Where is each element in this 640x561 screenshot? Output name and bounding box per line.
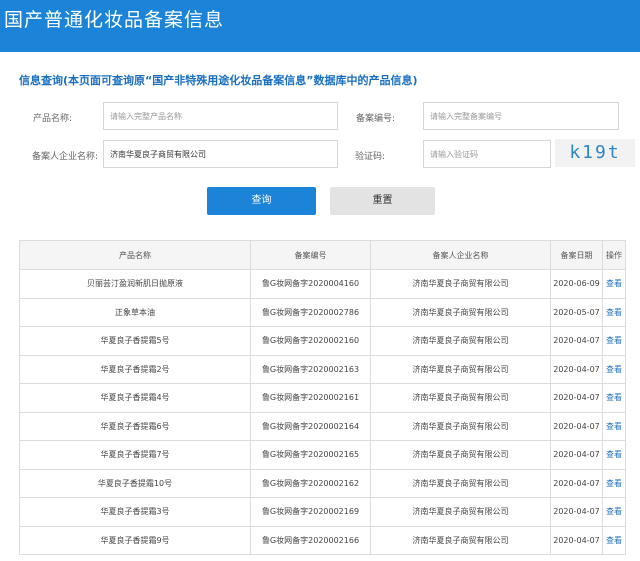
cell-product-name: 华夏良子香提霜7号 — [19, 440, 251, 470]
view-link[interactable]: 查看 — [602, 383, 626, 413]
cell-record-no: 鲁G妆网备字2020002160 — [250, 326, 371, 356]
column-header-record-no: 备案编号 — [250, 240, 371, 270]
view-link[interactable]: 查看 — [602, 525, 626, 555]
view-link[interactable]: 查看 — [602, 468, 626, 498]
cell-company: 济南华夏良子商贸有限公司 — [370, 326, 551, 356]
cell-company: 济南华夏良子商贸有限公司 — [370, 383, 551, 413]
reset-button[interactable]: 重置 — [330, 187, 435, 215]
cell-product-name: 华夏良子香提霜10号 — [19, 468, 251, 498]
cell-date: 2020-04-07 — [550, 525, 603, 555]
column-header-product-name: 产品名称 — [19, 240, 251, 270]
record-no-input[interactable] — [423, 102, 619, 130]
product-name-input[interactable] — [103, 102, 338, 130]
table-row: 华夏良子香提霜10号 鲁G妆网备字2020002162 济南华夏良子商贸有限公司… — [19, 468, 626, 498]
cell-product-name: 正象草本油 — [19, 297, 251, 327]
cell-company: 济南华夏良子商贸有限公司 — [370, 497, 551, 527]
table-row: 贝丽芸汀盈润新肌日抛原液 鲁G妆网备字2020004160 济南华夏良子商贸有限… — [19, 269, 626, 299]
cell-date: 2020-06-09 — [550, 269, 603, 299]
table-header-row: 产品名称 备案编号 备案人企业名称 备案日期 操作 — [19, 240, 626, 270]
cell-date: 2020-04-07 — [550, 354, 603, 384]
table-row: 华夏良子香提霜3号 鲁G妆网备字2020002169 济南华夏良子商贸有限公司 … — [19, 497, 626, 527]
cell-record-no: 鲁G妆网备字2020002165 — [250, 440, 371, 470]
cell-company: 济南华夏良子商贸有限公司 — [370, 440, 551, 470]
column-header-date: 备案日期 — [550, 240, 603, 270]
cell-company: 济南华夏良子商贸有限公司 — [370, 525, 551, 555]
view-link[interactable]: 查看 — [602, 440, 626, 470]
cell-company: 济南华夏良子商贸有限公司 — [370, 354, 551, 384]
cell-date: 2020-04-07 — [550, 468, 603, 498]
table-row: 华夏良子香提霜7号 鲁G妆网备字2020002165 济南华夏良子商贸有限公司 … — [19, 440, 626, 470]
company-label: 备案人企业名称: — [31, 152, 98, 162]
results-table: 产品名称 备案编号 备案人企业名称 备案日期 操作 贝丽芸汀盈润新肌日抛原液 鲁… — [19, 240, 626, 555]
table-row: 华夏良子香提霜6号 鲁G妆网备字2020002164 济南华夏良子商贸有限公司 … — [19, 411, 626, 441]
cell-company: 济南华夏良子商贸有限公司 — [370, 468, 551, 498]
cell-date: 2020-05-07 — [550, 297, 603, 327]
cell-product-name: 华夏良子香提霜2号 — [19, 354, 251, 384]
table-row: 正象草本油 鲁G妆网备字2020002786 济南华夏良子商贸有限公司 2020… — [19, 297, 626, 327]
view-link[interactable]: 查看 — [602, 269, 626, 299]
cell-product-name: 华夏良子香提霜5号 — [19, 326, 251, 356]
cell-company: 济南华夏良子商贸有限公司 — [370, 297, 551, 327]
results-table-wrapper: 产品名称 备案编号 备案人企业名称 备案日期 操作 贝丽芸汀盈润新肌日抛原液 鲁… — [19, 240, 626, 555]
view-link[interactable]: 查看 — [602, 497, 626, 527]
cell-date: 2020-04-07 — [550, 440, 603, 470]
cell-record-no: 鲁G妆网备字2020002162 — [250, 468, 371, 498]
cell-product-name: 华夏良子香提霜6号 — [19, 411, 251, 441]
table-row: 华夏良子香提霜2号 鲁G妆网备字2020002163 济南华夏良子商贸有限公司 … — [19, 354, 626, 384]
column-header-action: 操作 — [602, 240, 626, 270]
cell-company: 济南华夏良子商贸有限公司 — [370, 411, 551, 441]
cell-record-no: 鲁G妆网备字2020002169 — [250, 497, 371, 527]
captcha-input[interactable] — [423, 140, 551, 168]
column-header-company: 备案人企业名称 — [370, 240, 551, 270]
view-link[interactable]: 查看 — [602, 297, 626, 327]
product-name-label: 产品名称: — [32, 114, 72, 124]
cell-company: 济南华夏良子商贸有限公司 — [370, 269, 551, 299]
cell-date: 2020-04-07 — [550, 383, 603, 413]
query-section-title: 信息查询(本页面可查询原“国产非特殊用途化妆品备案信息”数据库中的产品信息) — [19, 74, 418, 87]
page-title: 国产普通化妆品备案信息 — [4, 9, 225, 31]
query-button[interactable]: 查询 — [207, 187, 316, 215]
cell-record-no: 鲁G妆网备字2020002161 — [250, 383, 371, 413]
cell-product-name: 华夏良子香提霜3号 — [19, 497, 251, 527]
captcha-label: 验证码: — [354, 152, 385, 162]
captcha-image[interactable]: k19t — [555, 139, 635, 167]
cell-product-name: 华夏良子香提霜9号 — [19, 525, 251, 555]
cell-date: 2020-04-07 — [550, 411, 603, 441]
cell-record-no: 鲁G妆网备字2020002786 — [250, 297, 371, 327]
cell-record-no: 鲁G妆网备字2020002164 — [250, 411, 371, 441]
cell-date: 2020-04-07 — [550, 326, 603, 356]
cell-date: 2020-04-07 — [550, 497, 603, 527]
cell-record-no: 鲁G妆网备字2020002166 — [250, 525, 371, 555]
view-link[interactable]: 查看 — [602, 326, 626, 356]
table-row: 华夏良子香提霜9号 鲁G妆网备字2020002166 济南华夏良子商贸有限公司 … — [19, 525, 626, 555]
table-row: 华夏良子香提霜5号 鲁G妆网备字2020002160 济南华夏良子商贸有限公司 … — [19, 326, 626, 356]
view-link[interactable]: 查看 — [602, 354, 626, 384]
cell-record-no: 鲁G妆网备字2020004160 — [250, 269, 371, 299]
cell-product-name: 华夏良子香提霜4号 — [19, 383, 251, 413]
table-row: 华夏良子香提霜4号 鲁G妆网备字2020002161 济南华夏良子商贸有限公司 … — [19, 383, 626, 413]
view-link[interactable]: 查看 — [602, 411, 626, 441]
cell-record-no: 鲁G妆网备字2020002163 — [250, 354, 371, 384]
company-input[interactable] — [103, 140, 338, 168]
cell-product-name: 贝丽芸汀盈润新肌日抛原液 — [19, 269, 251, 299]
page-header: 国产普通化妆品备案信息 — [0, 0, 640, 52]
record-no-label: 备案编号: — [355, 114, 395, 124]
